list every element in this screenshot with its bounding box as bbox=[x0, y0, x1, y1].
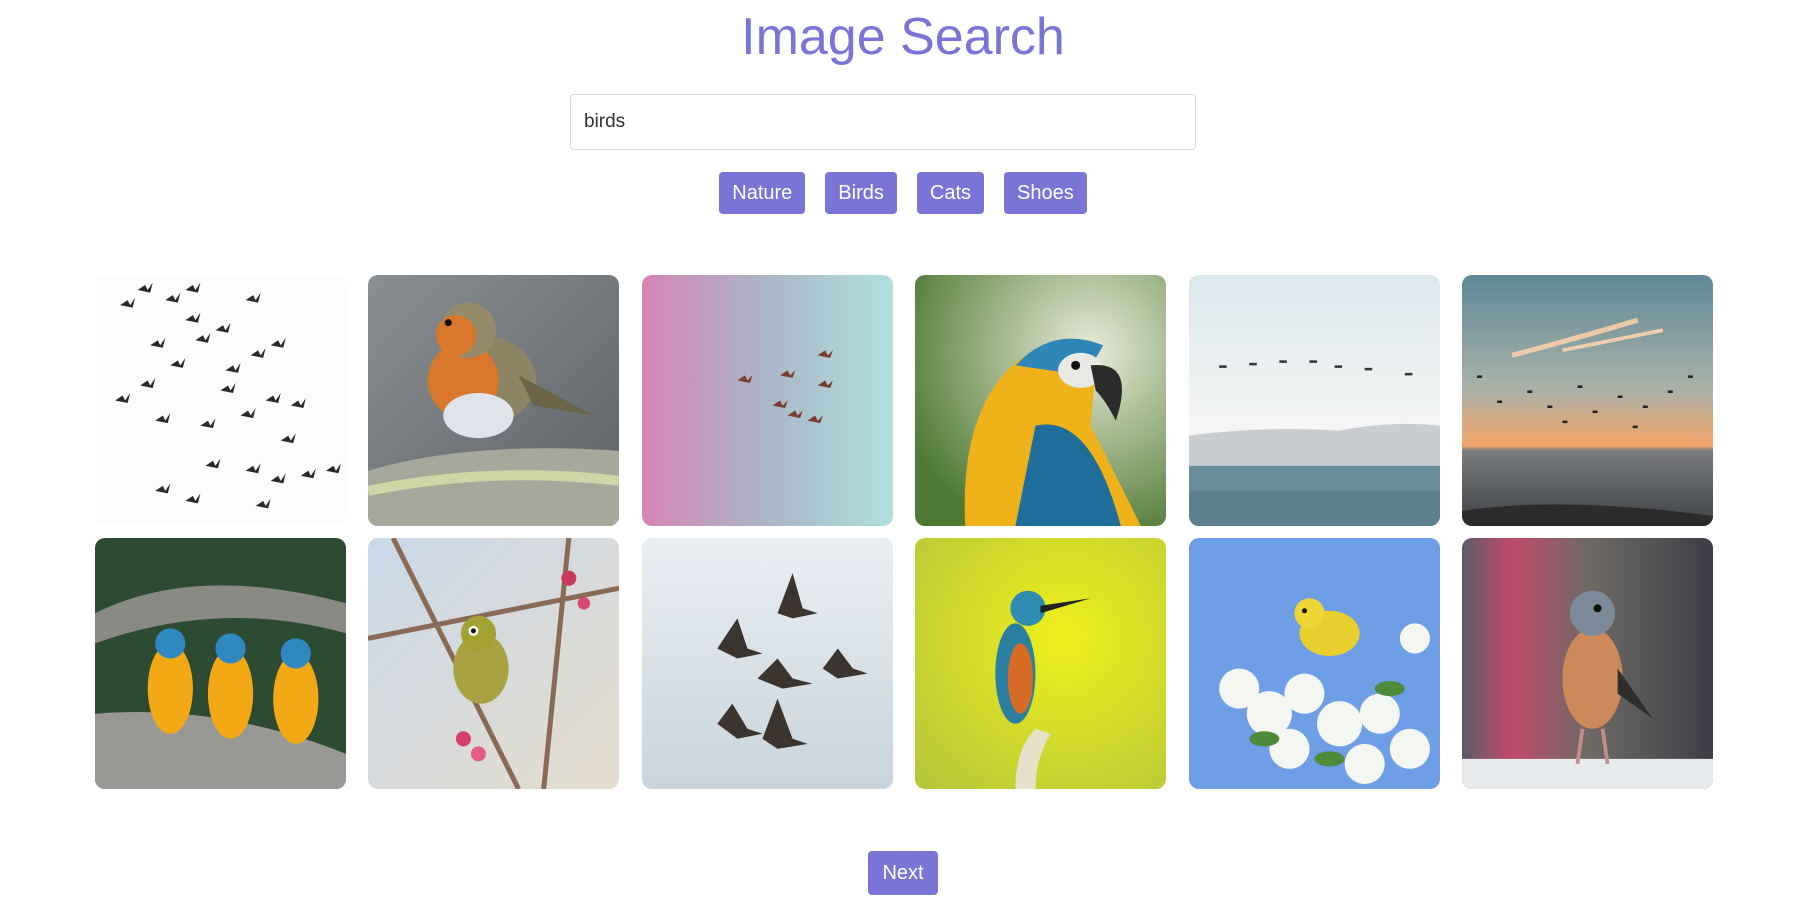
page-title: Image Search bbox=[741, 8, 1065, 66]
search-input[interactable] bbox=[570, 94, 1196, 150]
result-image-flock-silhouette[interactable] bbox=[95, 275, 346, 526]
result-image-yellow-warbler[interactable] bbox=[1188, 538, 1440, 789]
result-image-white-eye[interactable] bbox=[368, 538, 620, 789]
result-image-birds-over-sea[interactable] bbox=[1188, 275, 1440, 526]
page: Image Search Nature Birds Cats Shoes bbox=[0, 0, 1806, 897]
category-filters: Nature Birds Cats Shoes bbox=[0, 172, 1806, 214]
pagination: Next bbox=[0, 851, 1806, 895]
category-button-shoes[interactable]: Shoes bbox=[1004, 172, 1087, 214]
search-box bbox=[570, 94, 1196, 150]
next-button[interactable]: Next bbox=[868, 851, 938, 895]
image-results-grid bbox=[95, 275, 1713, 789]
result-image-kingfisher[interactable] bbox=[915, 538, 1167, 789]
category-button-cats[interactable]: Cats bbox=[916, 172, 984, 214]
result-image-robin[interactable] bbox=[368, 275, 620, 526]
result-image-birds-pink-sky[interactable] bbox=[641, 275, 893, 526]
result-image-sunset-sea[interactable] bbox=[1461, 275, 1713, 526]
category-button-birds[interactable]: Birds bbox=[825, 172, 897, 214]
result-image-chaffinch[interactable] bbox=[1461, 538, 1713, 789]
category-button-nature[interactable]: Nature bbox=[719, 172, 806, 214]
result-image-three-macaws[interactable] bbox=[95, 538, 346, 789]
result-image-macaw[interactable] bbox=[915, 275, 1167, 526]
result-image-geese[interactable] bbox=[641, 538, 893, 789]
